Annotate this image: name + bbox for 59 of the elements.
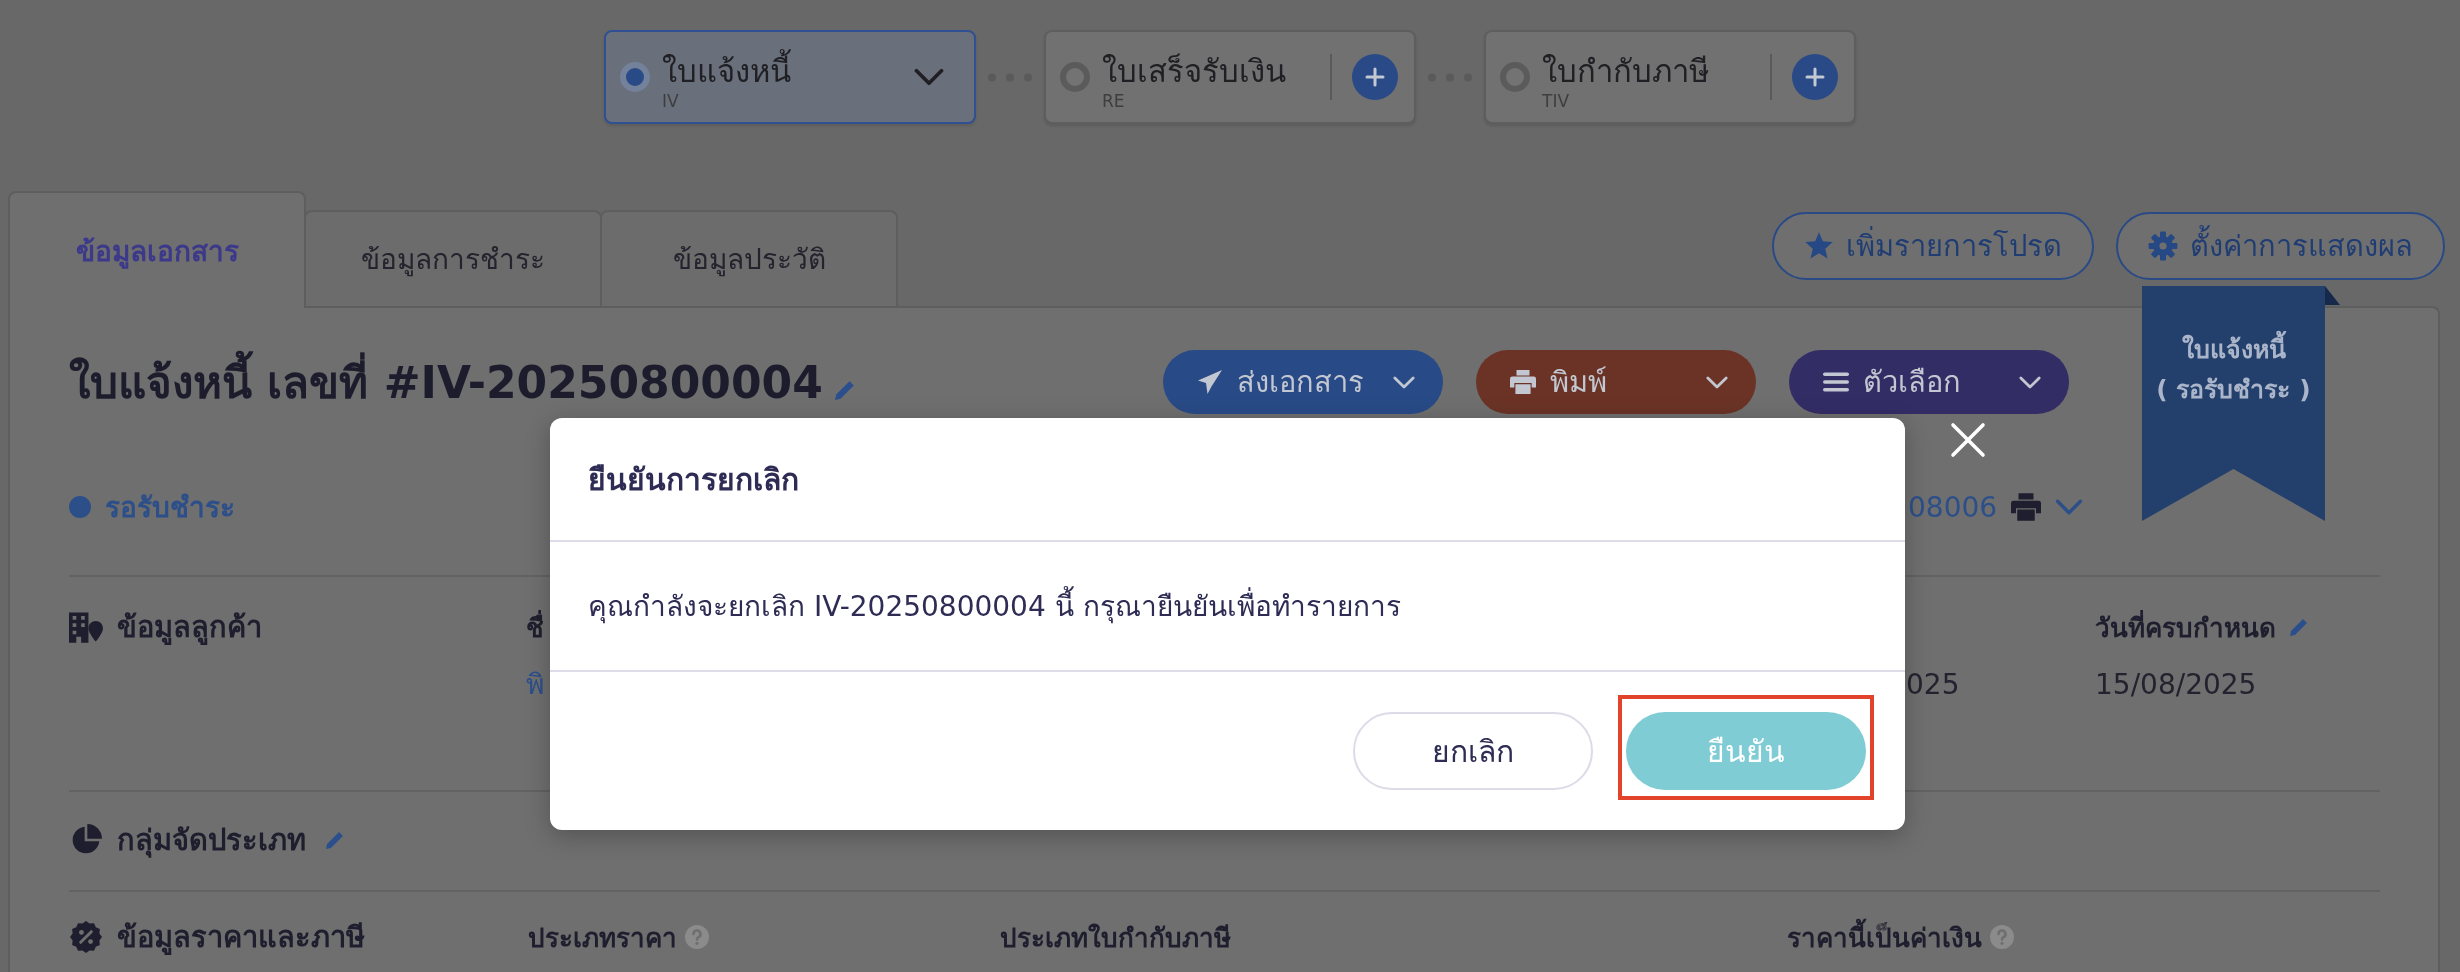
percent-badge-icon xyxy=(69,921,103,953)
field-label: ราคานี้เป็นค่าเงิน xyxy=(1787,916,1982,958)
tab[interactable]: ข้อมูลประวัติ xyxy=(600,210,898,306)
section-title: กลุ่มจัดประเภท xyxy=(117,822,306,860)
field-value: 025 xyxy=(1906,667,1960,703)
help-icon[interactable] xyxy=(685,925,709,949)
link[interactable]: พิ xyxy=(526,667,544,703)
dialog-title: ยืนยันการยกเลิก xyxy=(588,460,799,499)
reference-number[interactable]: 08006 xyxy=(1908,490,1998,524)
chevron-down-icon xyxy=(1393,375,1415,389)
help-icon[interactable] xyxy=(1990,925,2014,949)
status-dot xyxy=(69,496,91,518)
radio-button[interactable] xyxy=(1500,62,1530,92)
step-label: ใบกำกับภาษี xyxy=(1542,52,1710,91)
star-icon xyxy=(1804,231,1834,261)
dialog-message: คุณกำลังจะยกเลิก IV-20250800004 นี้ กรุณายืนยันเพื่อทำรายการ xyxy=(588,584,1401,628)
menu-icon xyxy=(1823,370,1849,394)
pencil-icon[interactable] xyxy=(2290,618,2308,636)
plus-icon xyxy=(1365,67,1385,87)
field-label: ชื่ xyxy=(526,609,544,645)
radio-button[interactable] xyxy=(1060,62,1090,92)
document-step[interactable]: ใบแจ้งหนี้ IV xyxy=(604,30,976,124)
cancel-button[interactable]: ยกเลิก xyxy=(1353,712,1593,790)
step-label: ใบแจ้งหนี้ xyxy=(662,51,902,91)
tab[interactable]: ข้อมูลการชำระ xyxy=(304,210,602,306)
field-label: ประเภทราคา xyxy=(528,921,677,955)
ribbon-label: ใบแจ้งหนี้ xyxy=(2181,332,2286,368)
radio-button[interactable] xyxy=(620,62,650,92)
close-icon[interactable] xyxy=(1950,422,1986,458)
section-title: ข้อมูลราคาและภาษี xyxy=(117,919,365,957)
chevron-down-icon xyxy=(2055,499,2084,515)
document-title: ใบแจ้งหนี้ เลขที่ #IV-20250800004 xyxy=(69,347,823,417)
chevron-down-icon xyxy=(914,68,944,86)
pencil-icon[interactable] xyxy=(326,831,344,849)
field-label: ประเภทใบกำกับภาษี xyxy=(1000,921,1231,955)
send-button[interactable]: ส่งเอกสาร xyxy=(1163,350,1443,414)
settings-button[interactable]: ตั้งค่าการแสดงผล xyxy=(2116,212,2445,280)
plus-icon xyxy=(1805,67,1825,87)
printer-icon xyxy=(1510,370,1536,394)
print-button[interactable]: พิมพ์ xyxy=(1476,350,1756,414)
add-button[interactable] xyxy=(1352,54,1398,100)
add-button[interactable] xyxy=(1792,54,1838,100)
building-icon xyxy=(69,611,103,643)
options-button[interactable]: ตัวเลือก xyxy=(1789,350,2069,414)
ribbon-label: ( รอรับชำระ ) xyxy=(2156,374,2311,406)
confirm-button[interactable]: ยืนยัน xyxy=(1626,712,1866,790)
step-code: IV xyxy=(662,91,680,111)
paper-plane-icon xyxy=(1197,370,1223,394)
field-label: วันที่ครบกำหนด xyxy=(2095,609,2276,645)
chevron-down-icon xyxy=(2019,375,2041,389)
field-value: 15/08/2025 xyxy=(2095,667,2257,703)
printer-icon xyxy=(2011,493,2042,521)
status-label: รอรับชำระ xyxy=(105,490,235,526)
settings-icon xyxy=(2148,231,2178,261)
step-label: ใบเสร็จรับเงิน xyxy=(1102,52,1287,91)
section-title: ข้อมูลลูกค้า xyxy=(117,609,262,647)
chevron-down-icon xyxy=(1706,375,1728,389)
pencil-icon[interactable] xyxy=(834,380,855,400)
favorite-button[interactable]: เพิ่มรายการโปรด xyxy=(1772,212,2094,280)
